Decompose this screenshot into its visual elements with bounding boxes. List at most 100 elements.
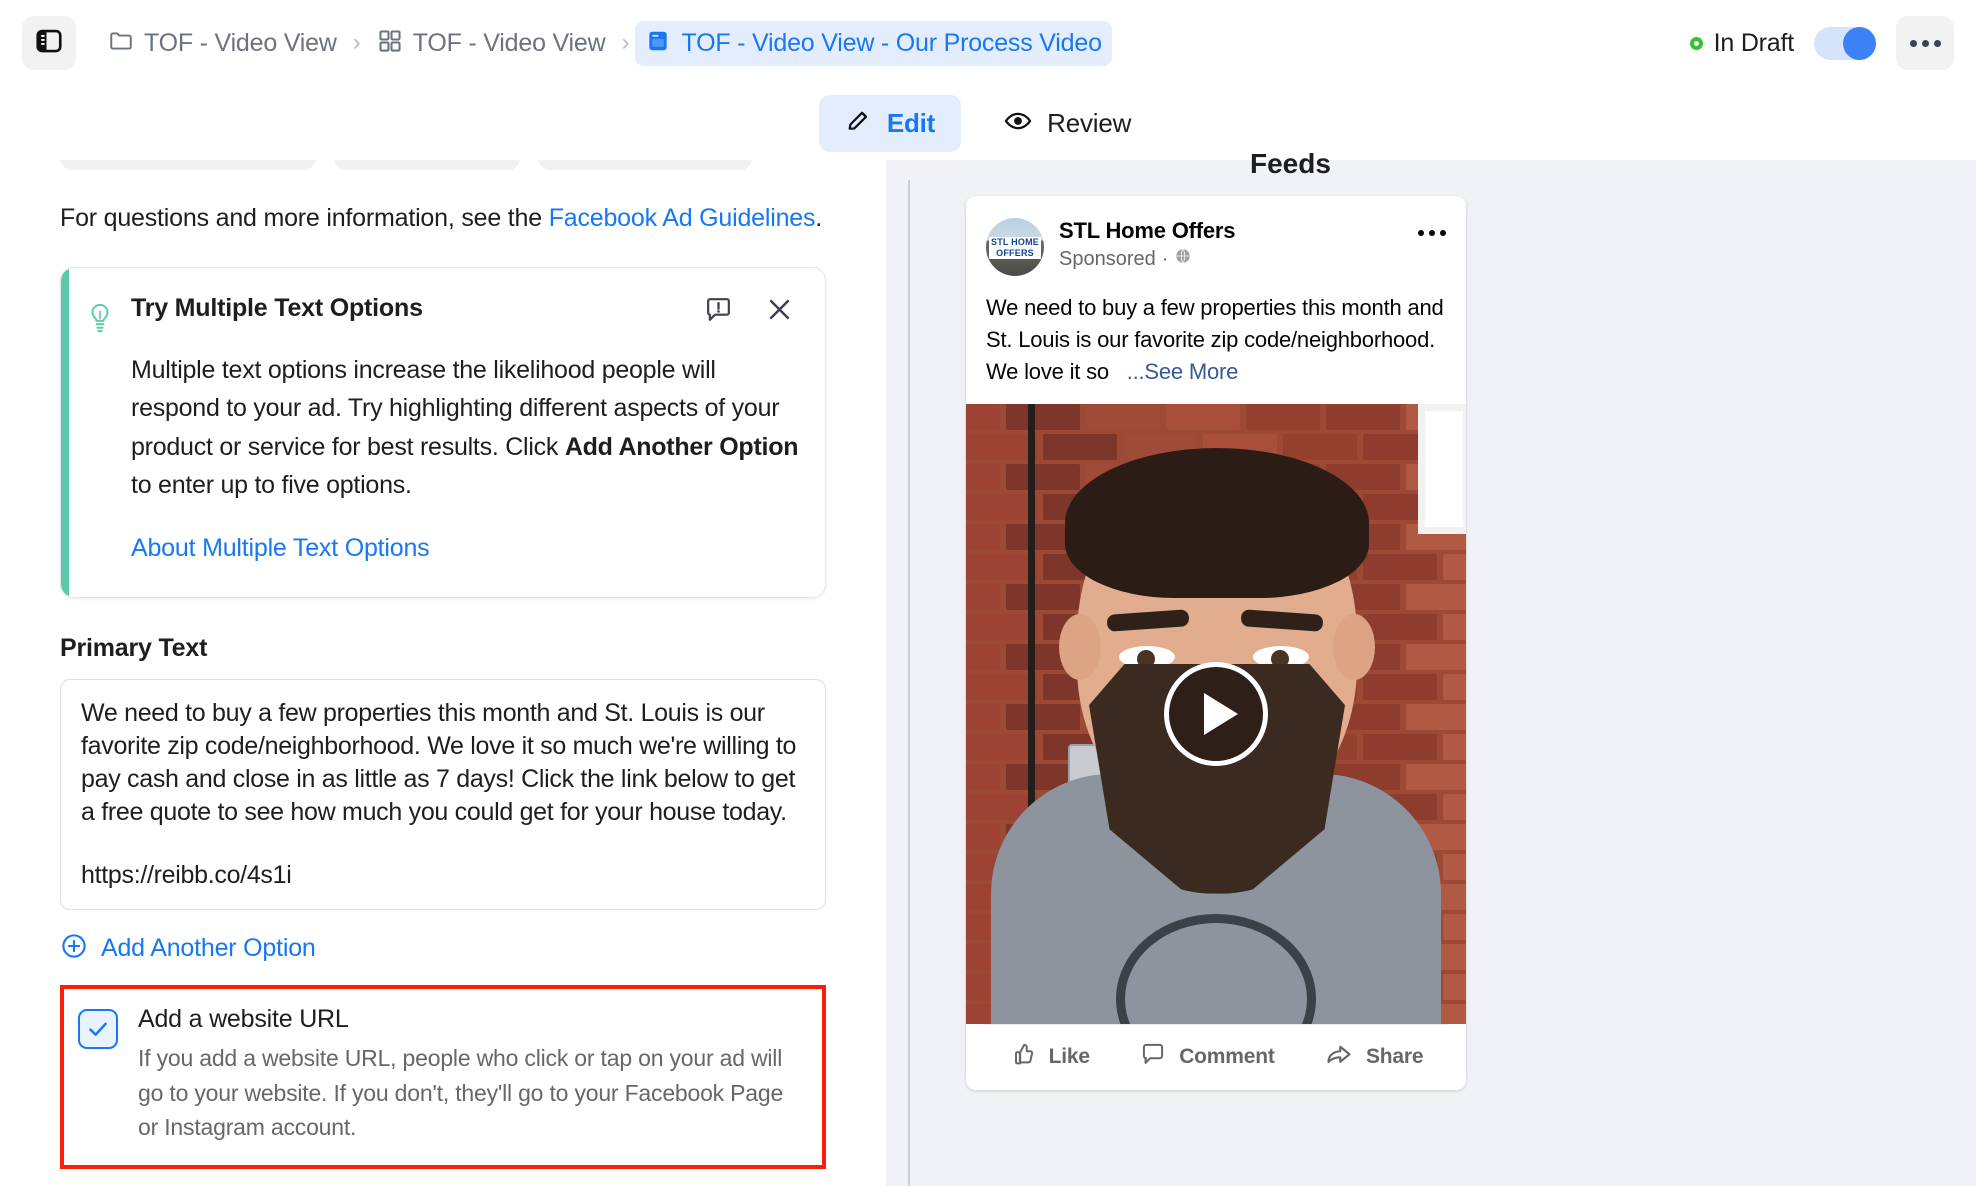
tab-edit[interactable]: Edit [818,94,962,152]
person-ear-left [1059,613,1101,680]
pencil-icon [845,107,873,140]
guidelines-note: For questions and more information, see … [60,204,826,233]
tip-card: Try Multiple Text Options Multiple text … [60,267,826,598]
kebab-dot [1429,230,1435,236]
ad-action-bar: Like Comment Share [984,1023,1448,1090]
facebook-ad-guidelines-link[interactable]: Facebook Ad Guidelines [549,204,816,232]
breadcrumb-label: TOF - Video View [412,28,606,57]
brick [966,463,1000,490]
breadcrumb-label: TOF - Video View - Our Process Video [681,28,1102,57]
breadcrumb-separator: › [621,29,630,56]
feedback-bubble-icon[interactable] [703,294,734,325]
more-options-button[interactable] [1896,16,1954,70]
brick [1443,973,1466,1000]
ad-like-button[interactable]: Like [1009,1040,1090,1074]
globe-icon [1174,247,1192,271]
ad-page-name[interactable]: STL Home Offers [1059,218,1418,244]
tab-edit-label: Edit [886,107,936,138]
breadcrumb-separator: › [352,29,361,56]
facebook-ad-preview-card: STL HOME OFFERS STL Home Offers Sponsore… [966,196,1466,1090]
sidebar-toggle-button[interactable] [22,16,76,70]
tip-card-actions [703,294,795,325]
chip-placeholder[interactable] [334,160,520,170]
ad-share-button[interactable]: Share [1324,1039,1424,1075]
ad-comment-label: Comment [1179,1045,1275,1069]
ad-page-info: STL Home Offers Sponsored · [1059,218,1418,271]
kebab-dot [1921,39,1929,47]
primary-text-input[interactable]: We need to buy a few properties this mon… [60,679,826,910]
play-triangle [1204,692,1238,735]
person-hair [1065,447,1369,598]
preview-section-title: Feeds [1250,148,1331,179]
brick [1166,403,1240,430]
ad-edit-panel: For questions and more information, see … [0,160,886,1186]
status-area: In Draft [1689,16,1954,70]
avatar: STL HOME OFFERS [986,218,1044,276]
brick [1443,673,1466,700]
tip-card-body: Multiple text options increase the likel… [131,351,799,504]
lightbulb-icon [85,302,115,341]
breadcrumb-item-campaign[interactable]: TOF - Video View [367,21,616,66]
add-website-url-description: If you add a website URL, people who cli… [138,1045,784,1140]
sidebar-panel-icon [34,26,64,61]
top-bar: TOF - Video View › TOF - Video View › TO… [0,0,1976,86]
see-more-link[interactable]: ...See More [1127,359,1239,384]
shirt-logo [1116,913,1316,1024]
ad-comment-button[interactable]: Comment [1139,1040,1275,1074]
comment-bubble-icon [1139,1040,1167,1074]
guidelines-note-prefix: For questions and more information, see … [60,204,549,232]
ad-card-header: STL HOME OFFERS STL Home Offers Sponsore… [966,196,1466,276]
add-website-url-checkbox[interactable] [78,1009,118,1049]
close-icon[interactable] [764,294,795,325]
tip-body-part2: to enter up to five options. [131,470,412,499]
checkmark-icon [89,1022,107,1036]
brick [966,403,1000,430]
add-website-url-block: Add a website URL If you add a website U… [60,985,826,1169]
brick [1443,733,1466,760]
primary-text-label: Primary Text [60,634,208,662]
brick [1006,403,1080,430]
ad-sponsored-row: Sponsored · [1059,247,1418,271]
ad-like-label: Like [1048,1045,1090,1069]
brick [1086,403,1160,430]
grid-icon [377,28,403,59]
brick [1443,853,1466,880]
ad-sponsored-label: Sponsored [1059,247,1156,270]
share-arrow-icon [1324,1039,1354,1075]
publish-toggle[interactable] [1814,26,1876,60]
add-another-option-button[interactable]: Add Another Option [60,932,826,965]
ad-menu-button[interactable] [1418,230,1446,236]
brick [1326,403,1400,430]
ad-video-thumbnail[interactable] [966,403,1466,1024]
brick [1283,433,1357,460]
brick [1443,553,1466,580]
brick [1443,613,1466,640]
status-label: In Draft [1713,28,1795,57]
ad-share-label: Share [1365,1045,1424,1069]
brick-row [966,403,1466,434]
add-another-option-label: Add Another Option [101,934,316,962]
about-multiple-text-options-link[interactable]: About Multiple Text Options [131,534,430,563]
chip-placeholder[interactable] [538,160,752,170]
brick [966,523,1000,550]
brick [966,823,1000,850]
ad-body-text: We need to buy a few properties this mon… [966,276,1466,388]
brick [966,703,1000,730]
breadcrumb-item-ad[interactable]: TOF - Video View - Our Process Video [635,20,1112,66]
chip-placeholder[interactable] [60,160,316,170]
tab-review-label: Review [1047,107,1132,138]
ad-icon [645,28,671,59]
tab-review[interactable]: Review [977,94,1157,153]
toggle-knob [1843,26,1876,60]
play-icon[interactable] [1164,661,1268,766]
brick [966,643,1000,670]
dot-separator: · [1161,247,1169,270]
plus-circle-icon [60,932,88,965]
brick [966,433,1037,460]
breadcrumb-item-folder[interactable]: TOF - Video View [98,21,347,66]
breadcrumb: TOF - Video View › TOF - Video View › TO… [98,20,1690,66]
brick [966,583,1000,610]
person-ear-right [1333,613,1375,680]
folder-icon [108,28,134,59]
view-mode-tabs: Edit Review [0,86,1976,160]
